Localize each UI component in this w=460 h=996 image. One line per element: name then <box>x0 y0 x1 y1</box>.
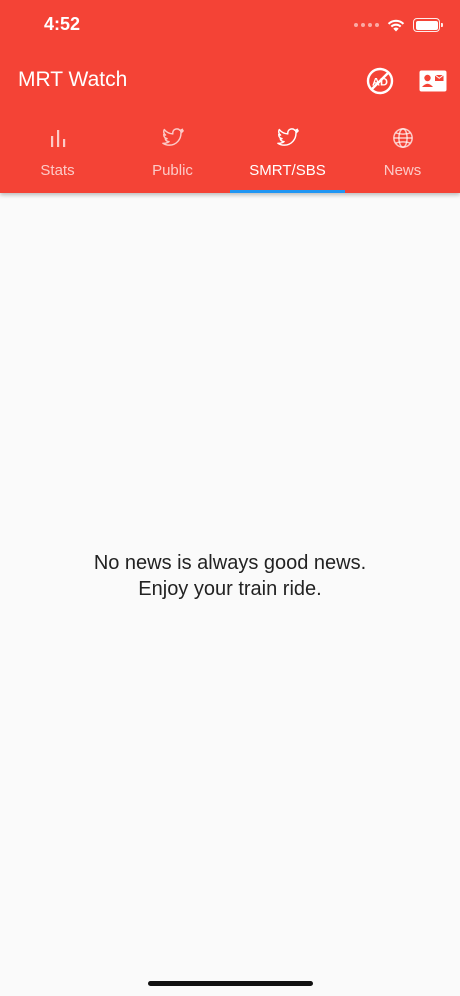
tab-smrt-sbs[interactable]: SMRT/SBS <box>230 116 345 193</box>
cellular-signal-icon <box>354 23 379 27</box>
empty-state-message: No news is always good news. Enjoy your … <box>0 550 460 602</box>
app-title: MRT Watch <box>18 68 128 91</box>
globe-icon <box>392 128 413 148</box>
tab-label: SMRT/SBS <box>249 162 326 179</box>
tab-news[interactable]: News <box>345 116 460 193</box>
empty-message-line1: No news is always good news. <box>93 552 367 574</box>
toolbar: MRT Watch AD <box>0 56 460 106</box>
tab-public[interactable]: Public <box>115 116 230 193</box>
wifi-icon <box>387 19 405 32</box>
contact-button[interactable] <box>418 66 448 96</box>
tab-label: Stats <box>40 162 75 179</box>
no-ads-icon: AD <box>366 67 394 95</box>
app-bar: 4:52 MRT Watch AD <box>0 0 460 193</box>
tab-label: News <box>383 162 422 179</box>
status-icons <box>354 16 443 34</box>
contact-card-icon <box>419 70 447 92</box>
tab-stats[interactable]: Stats <box>0 116 115 193</box>
status-time: 4:52 <box>44 14 81 34</box>
tab-bar: Stats Public SMRT/SBS News <box>0 116 460 193</box>
battery-icon <box>413 18 443 32</box>
no-ads-button[interactable]: AD <box>365 66 395 96</box>
tab-label: Public <box>152 162 193 179</box>
twitter-bird-icon <box>276 128 299 146</box>
status-bar: 4:52 <box>0 0 460 50</box>
tab-indicator <box>230 190 345 193</box>
bar-chart-icon <box>50 130 65 147</box>
twitter-bird-icon <box>161 128 184 146</box>
empty-message-line2: Enjoy your train ride. <box>138 578 322 600</box>
home-indicator[interactable] <box>148 981 313 986</box>
